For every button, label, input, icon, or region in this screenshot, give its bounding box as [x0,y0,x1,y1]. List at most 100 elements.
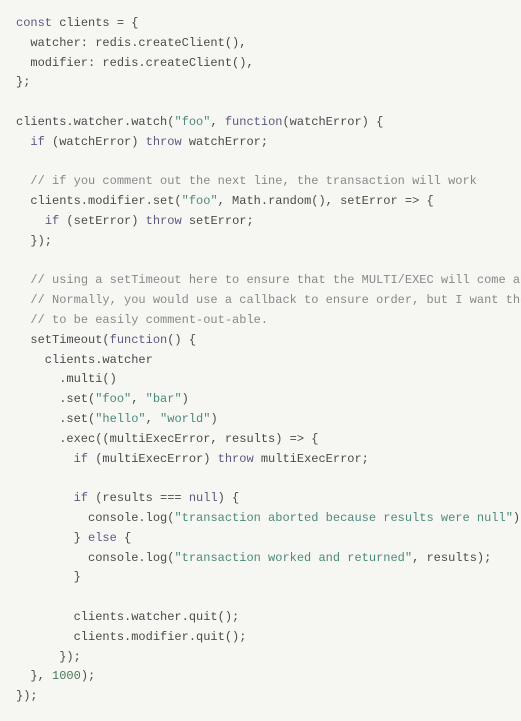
code-text: console.log( [16,511,174,525]
code-line: if (setError) throw setError; [16,212,505,232]
code-line: .set("hello", "world") [16,410,505,430]
comment: // if you comment out the next line, the… [30,174,476,188]
code-text: (multiExecError) [88,452,218,466]
code-line: setTimeout(function() { [16,331,505,351]
code-text: clients.watcher.watch( [16,115,174,129]
number: 1000 [52,669,81,683]
code-line [16,153,505,173]
keyword: function [110,333,168,347]
code-text: .set( [16,412,95,426]
keyword: throw [218,452,254,466]
code-line: clients.modifier.quit(); [16,628,505,648]
keyword: function [225,115,283,129]
code-line: clients.watcher [16,351,505,371]
code-line: .multi() [16,370,505,390]
code-line: .set("foo", "bar") [16,390,505,410]
string: "transaction worked and returned" [174,551,412,565]
code-line: } else { [16,529,505,549]
code-text: (results === [88,491,189,505]
string: "foo" [182,194,218,208]
code-text: ); [81,669,95,683]
code-line: // Normally, you would use a callback to… [16,291,505,311]
string: "foo" [95,392,131,406]
code-line: if (multiExecError) throw multiExecError… [16,450,505,470]
code-block: const clients = { watcher: redis.createC… [16,14,505,707]
keyword: throw [146,214,182,228]
code-line: // to be easily comment-out-able. [16,311,505,331]
code-text [16,491,74,505]
string: "foo" [174,115,210,129]
code-line: if (results === null) { [16,489,505,509]
code-text [16,135,30,149]
keyword: if [45,214,59,228]
code-text: clients.watcher [16,353,153,367]
code-line [16,252,505,272]
code-text: .exec((multiExecError, results) => { [16,432,318,446]
code-line: .exec((multiExecError, results) => { [16,430,505,450]
code-text: () { [167,333,196,347]
code-line: clients.watcher.watch("foo", function(wa… [16,113,505,133]
code-line: watcher: redis.createClient(), [16,34,505,54]
code-line: clients.modifier.set("foo", Math.random(… [16,192,505,212]
string: "hello" [95,412,145,426]
code-text: watchError; [182,135,268,149]
code-text: }); [16,650,81,664]
code-line: }); [16,687,505,707]
code-text: }); [16,689,38,703]
code-text: } [16,570,81,584]
code-text: (watchError) { [282,115,383,129]
code-text: , [146,412,160,426]
code-line: if (watchError) throw watchError; [16,133,505,153]
keyword: const [16,16,52,30]
code-text [16,313,30,327]
code-line: }; [16,73,505,93]
code-text: multiExecError; [254,452,369,466]
code-text: }); [16,234,52,248]
code-text [16,293,30,307]
code-text: modifier: redis.createClient(), [16,56,254,70]
code-text: clients.modifier.set( [16,194,182,208]
code-text: (setError) [59,214,145,228]
comment: // using a setTimeout here to ensure tha… [30,273,521,287]
code-text: ) { [218,491,240,505]
code-text: clients.watcher.quit(); [16,610,239,624]
code-text: .set( [16,392,95,406]
code-text: clients.modifier.quit(); [16,630,246,644]
code-text: setError; [182,214,254,228]
comment: // Normally, you would use a callback to… [30,293,521,307]
code-text: console.log( [16,551,174,565]
code-line: // if you comment out the next line, the… [16,172,505,192]
code-text: } [16,531,88,545]
code-text [16,214,45,228]
keyword: null [189,491,218,505]
code-text: }, [16,669,52,683]
code-text: , results); [412,551,491,565]
code-text: ) [182,392,189,406]
code-line: console.log("transaction aborted because… [16,509,505,529]
keyword: if [74,452,88,466]
code-text: (watchError) [45,135,146,149]
code-line: clients.watcher.quit(); [16,608,505,628]
code-text: }; [16,75,30,89]
keyword: if [74,491,88,505]
code-line: } [16,568,505,588]
code-line: const clients = { [16,14,505,34]
string: "world" [160,412,210,426]
comment: // to be easily comment-out-able. [30,313,268,327]
code-text: ); [513,511,521,525]
code-line: }, 1000); [16,667,505,687]
code-text [16,273,30,287]
code-text: clients = { [52,16,138,30]
code-line [16,588,505,608]
code-line [16,93,505,113]
code-text: , [131,392,145,406]
code-text [16,174,30,188]
code-text: , [210,115,224,129]
code-line: }); [16,232,505,252]
code-line: }); [16,648,505,668]
code-line [16,469,505,489]
keyword: else [88,531,117,545]
code-line: modifier: redis.createClient(), [16,54,505,74]
code-text: setTimeout( [16,333,110,347]
code-text: { [117,531,131,545]
